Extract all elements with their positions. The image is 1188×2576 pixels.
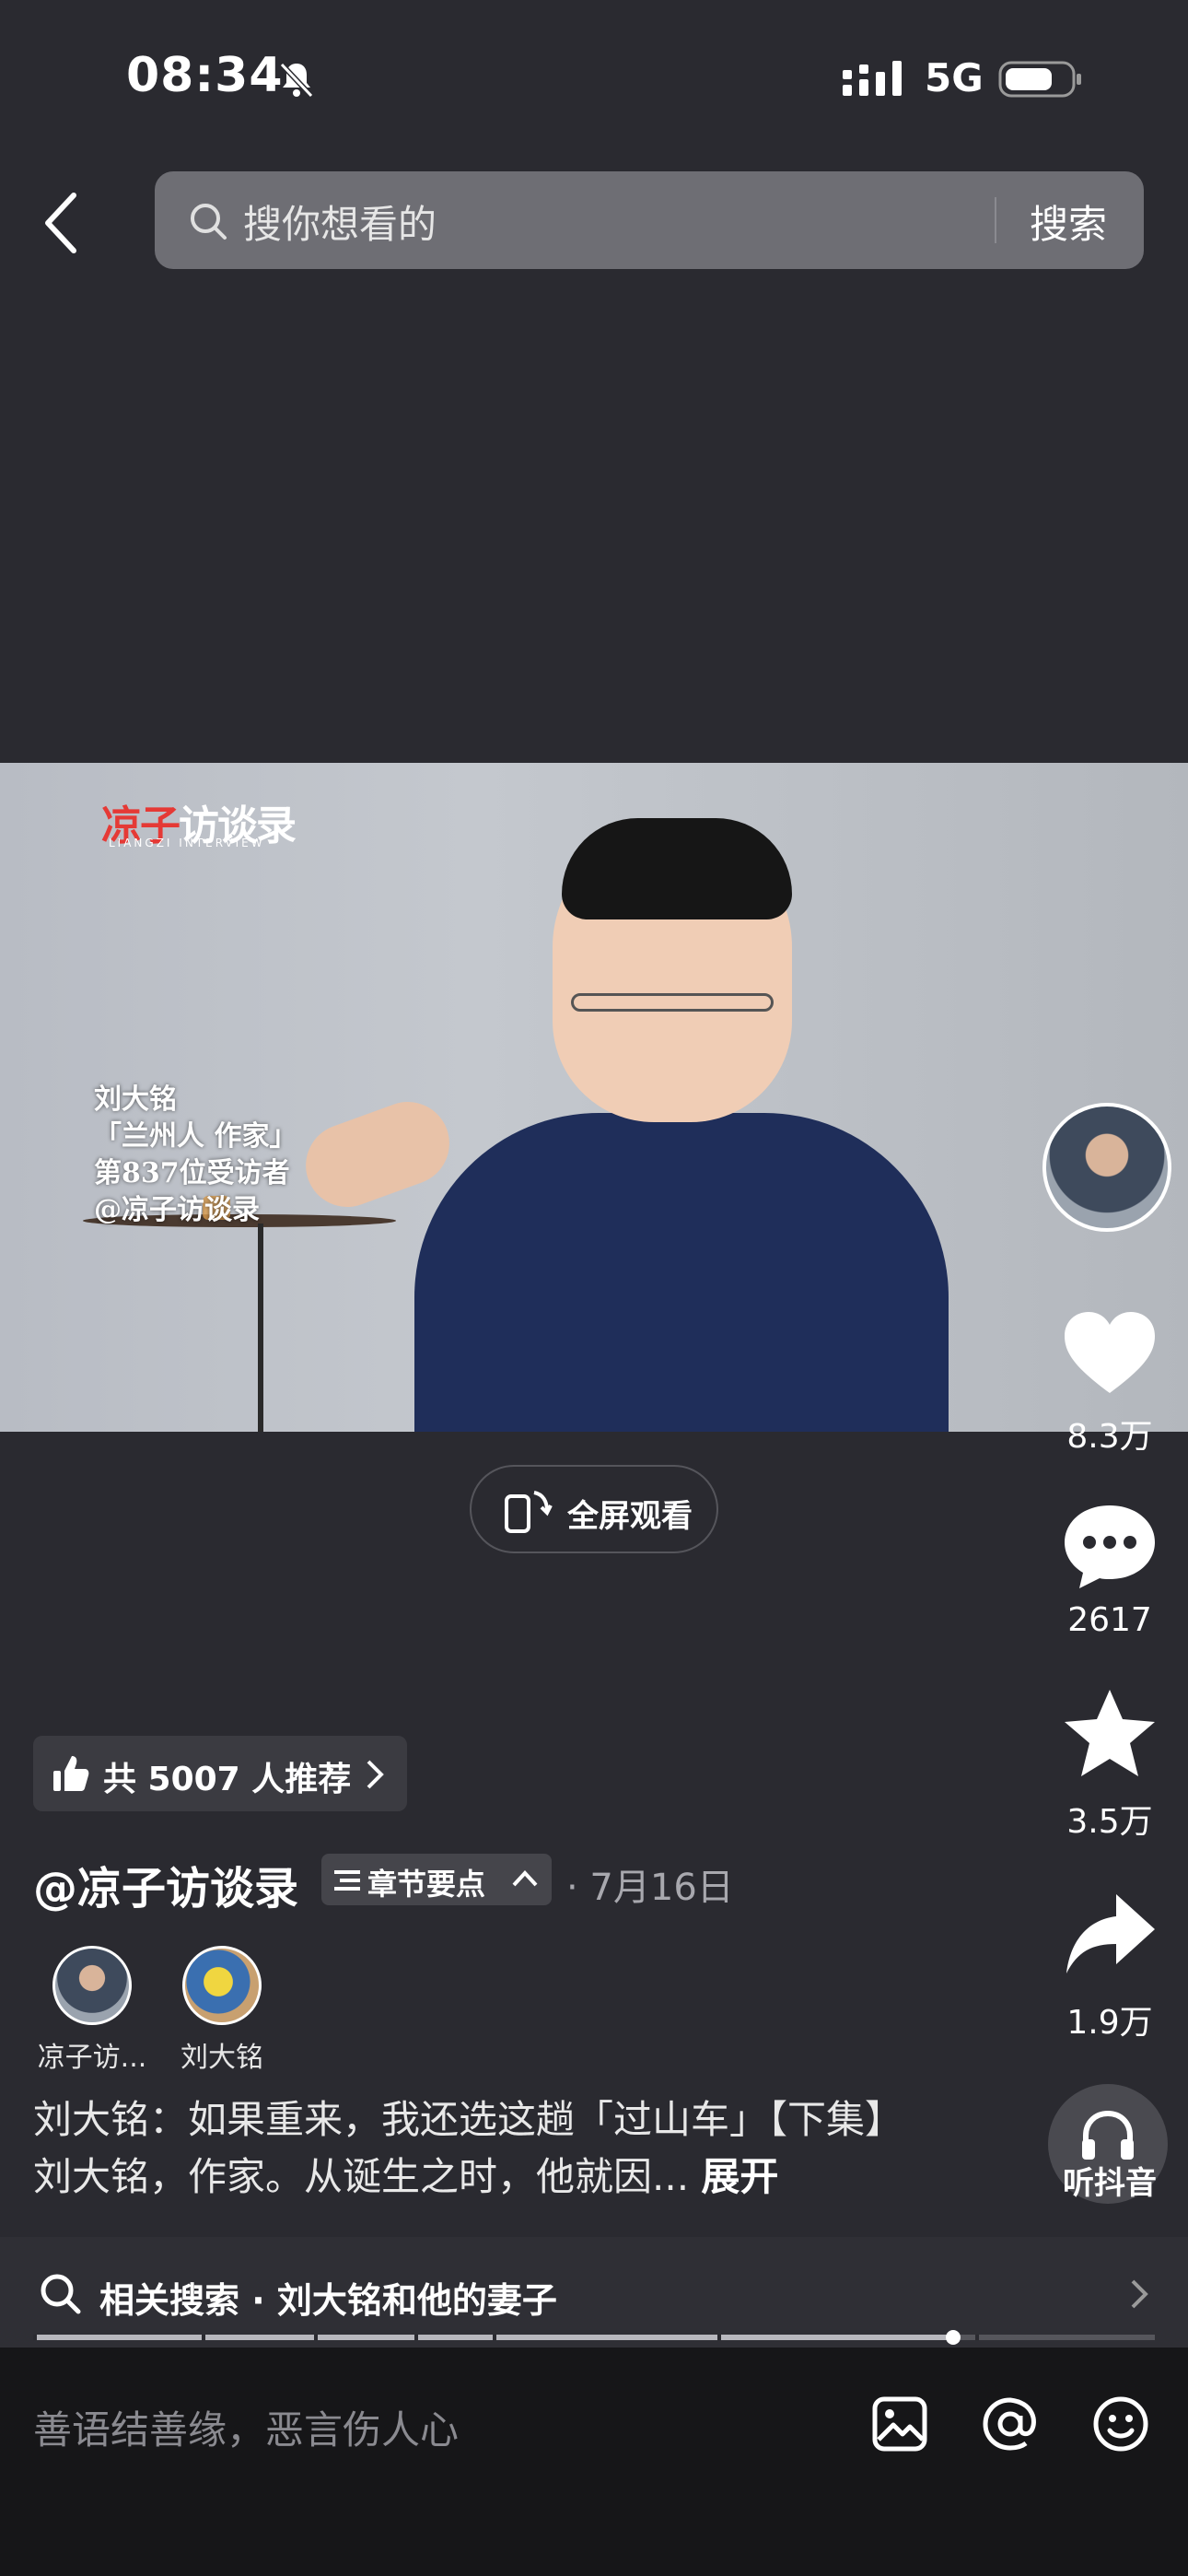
caption-line: 第837位受访者 xyxy=(94,1157,290,1189)
progress-handle[interactable] xyxy=(945,2330,961,2345)
chevron-up-icon xyxy=(512,1870,538,1887)
comment-bar: 善语结善缘，恶言伤人心 xyxy=(0,2348,1188,2576)
coauthor-avatar[interactable] xyxy=(182,1946,262,2025)
related-search-text: 相关搜索 · 刘大铭和他的妻子 xyxy=(99,2280,557,2321)
caption-line: 刘大铭 xyxy=(94,1083,177,1116)
emoji-icon[interactable] xyxy=(1092,2395,1149,2453)
post-description: 刘大铭：如果重来，我还选这趟「过山车」【下集】 刘大铭，作家。从诞生之时，他就因… xyxy=(33,2091,954,2206)
person-hand xyxy=(294,1090,461,1219)
favorite-count: 3.5万 xyxy=(1066,1803,1153,1841)
image-icon[interactable] xyxy=(871,2395,928,2453)
author-name[interactable]: @凉子访谈录 xyxy=(33,1852,298,1916)
chevron-right-icon xyxy=(1131,2279,1148,2309)
search-icon xyxy=(41,2274,81,2314)
chapter-tick xyxy=(33,2335,37,2340)
chapter-tick xyxy=(313,2335,318,2340)
headphones-icon xyxy=(1082,2110,1134,2160)
like-count: 8.3万 xyxy=(1066,1418,1153,1456)
status-time: 08:34 xyxy=(126,48,284,103)
chapter-tick xyxy=(716,2335,721,2340)
glasses xyxy=(571,993,774,1012)
video-progress-bar[interactable] xyxy=(33,2330,1155,2345)
chapter-tick xyxy=(975,2335,980,2340)
coauthor-avatar[interactable] xyxy=(52,1946,132,2025)
recommend-chip[interactable]: 共 5007 人推荐 xyxy=(33,1736,407,1811)
comment-input[interactable]: 善语结善缘，恶言伤人心 xyxy=(33,2399,459,2455)
expand-button[interactable]: 展开 xyxy=(701,2154,778,2199)
post-date: · 7月16日 xyxy=(566,1867,734,1909)
thumbs-up-icon xyxy=(53,1756,89,1791)
search-placeholder: 搜你想看的 xyxy=(243,202,437,247)
search-divider xyxy=(995,197,996,243)
list-icon xyxy=(334,1870,360,1891)
person-body xyxy=(414,1113,949,1432)
search-button[interactable]: 搜索 xyxy=(1030,193,1107,250)
bell-off-icon xyxy=(279,62,314,99)
listen-label: 听抖音 xyxy=(1063,2165,1157,2202)
chapter-tick xyxy=(201,2335,205,2340)
search-icon xyxy=(191,204,227,240)
network-type: 5G xyxy=(925,55,984,100)
recommend-text: 共 5007 人推荐 xyxy=(103,1761,352,1798)
fullscreen-label: 全屏观看 xyxy=(567,1498,693,1535)
chapter-tick xyxy=(493,2335,497,2340)
brand-logo-sub: LIANGZI INTERVIEW xyxy=(109,837,265,849)
related-search-bar[interactable]: 相关搜索 · 刘大铭和他的妻子 xyxy=(0,2237,1188,2348)
chapter-button[interactable]: 章节要点 xyxy=(321,1854,552,1905)
chapter-label: 章节要点 xyxy=(367,1867,486,1902)
fullscreen-button[interactable]: 全屏观看 xyxy=(470,1465,718,1553)
at-icon[interactable] xyxy=(982,2395,1039,2453)
rotate-phone-icon xyxy=(505,1491,553,1533)
chapter-tick xyxy=(414,2335,419,2340)
share-icon[interactable] xyxy=(1059,1889,1160,1981)
share-count: 1.9万 xyxy=(1066,2004,1153,2042)
table-leg xyxy=(258,1224,263,1432)
video-player[interactable]: 凉子访谈录 LIANGZI INTERVIEW 刘大铭 「兰州人 作家」 第83… xyxy=(0,763,1188,1432)
person-hair xyxy=(562,818,792,919)
battery-icon xyxy=(998,61,1081,98)
signal-icon xyxy=(843,61,902,96)
comment-icon[interactable] xyxy=(1059,1500,1160,1592)
caption-line: 「兰州人 作家」 xyxy=(94,1120,297,1153)
author-avatar[interactable] xyxy=(1042,1103,1171,1232)
heart-icon[interactable] xyxy=(1059,1308,1160,1400)
back-icon[interactable] xyxy=(42,188,79,258)
search-input[interactable]: 搜你想看的 搜索 xyxy=(155,171,1144,269)
coauthor-name: 刘大铭 xyxy=(181,2042,263,2074)
caption-line: @凉子访谈录 xyxy=(94,1194,260,1226)
comment-count: 2617 xyxy=(1067,1601,1152,1639)
chevron-right-icon xyxy=(367,1760,384,1789)
star-icon[interactable] xyxy=(1059,1688,1160,1780)
